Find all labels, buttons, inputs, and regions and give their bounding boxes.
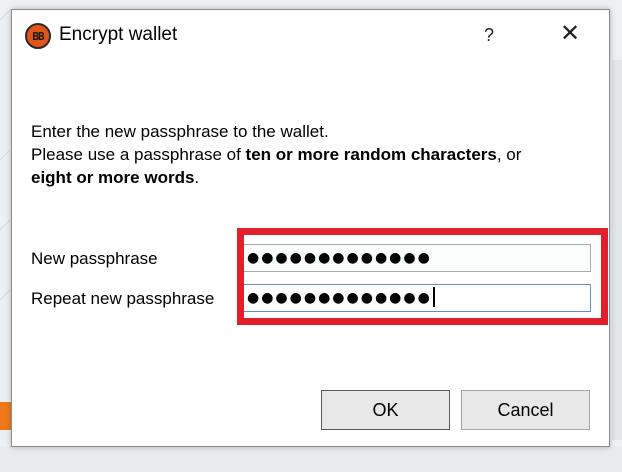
instructions-text: Enter the new passphrase to the wallet. … xyxy=(31,120,601,189)
window-title: Encrypt wallet xyxy=(59,24,178,45)
highlight-annotation-box xyxy=(237,228,608,325)
app-logo-icon: BB xyxy=(25,23,51,49)
cancel-button[interactable]: Cancel xyxy=(461,390,590,430)
instructions-line-3-suffix: . xyxy=(194,168,200,187)
title-bar[interactable]: BB Encrypt wallet ? ✕ xyxy=(12,10,609,60)
background-bottom-area xyxy=(0,446,622,472)
instructions-line-2-prefix: Please use a passphrase of xyxy=(31,145,246,164)
instructions-line-2: Please use a passphrase of ten or more r… xyxy=(31,143,601,166)
new-passphrase-label: New passphrase xyxy=(31,249,158,268)
instructions-line-2-bold: ten or more random characters xyxy=(245,145,497,164)
dialog-content: Enter the new passphrase to the wallet. … xyxy=(12,60,609,446)
app-logo-text: BB xyxy=(32,29,44,43)
instructions-line-2-suffix: , or xyxy=(496,145,522,164)
help-button[interactable]: ? xyxy=(474,20,504,50)
ok-button[interactable]: OK xyxy=(321,390,450,430)
close-icon[interactable]: ✕ xyxy=(552,20,588,50)
instructions-line-3-bold: eight or more words xyxy=(31,168,195,187)
repeat-passphrase-label: Repeat new passphrase xyxy=(31,289,215,308)
encrypt-wallet-dialog: BB Encrypt wallet ? ✕ Enter the new pass… xyxy=(11,9,610,447)
instructions-line-3: eight or more words. xyxy=(31,166,601,189)
instructions-line-1: Enter the new passphrase to the wallet. xyxy=(31,122,329,141)
